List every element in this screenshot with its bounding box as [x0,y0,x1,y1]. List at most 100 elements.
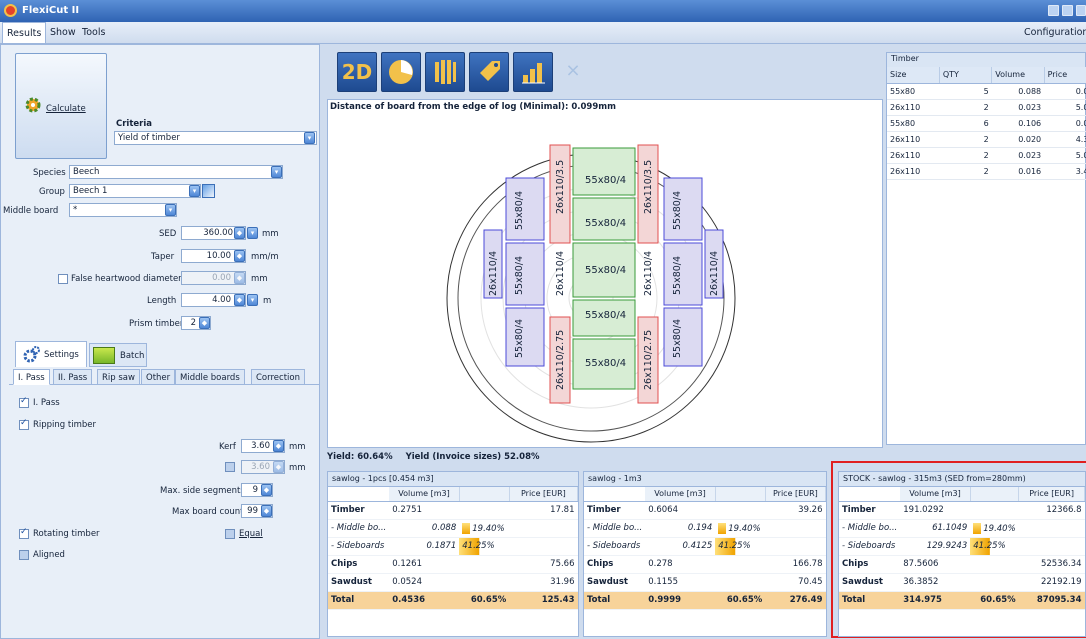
chevron-down-icon[interactable]: ▾ [271,166,282,178]
table-row[interactable]: 26x11020.0163.44 [887,163,1086,180]
cell: 87.5606 [900,555,971,574]
table-row[interactable]: 26x11020.0235.00 [887,99,1086,116]
total-row: Total 0.4536 60.65% 125.43 [328,591,578,610]
cell: 55x80 [887,83,940,100]
equal-checkbox[interactable] [225,529,235,539]
cell: 36.3852 [900,573,971,592]
tab-correction[interactable]: Correction [251,369,305,385]
menu-tools[interactable]: Tools [82,27,105,38]
tab-other[interactable]: Other [141,369,176,385]
table-row[interactable]: 26x11020.0235.00 [887,147,1086,164]
aligned-checkbox[interactable] [19,550,29,560]
yield-text: Yield: 60.64% [327,452,393,462]
cell: 0.023 [991,147,1045,164]
col-volume: Volume [m3] [900,487,971,502]
chevron-down-icon[interactable]: ▾ [247,294,258,306]
calculate-button[interactable]: Calculate [15,53,107,159]
tab-rip-saw[interactable]: Rip saw [97,369,140,385]
col-qty[interactable]: QTY [939,67,993,84]
cell: 19.40% [983,523,1016,534]
cell: 12366.8 [1018,501,1085,520]
false-heartwood-checkbox[interactable] [58,274,68,284]
tab-middle-boards[interactable]: Middle boards [175,369,245,385]
settings-label: Settings [44,350,79,360]
chevron-down-icon[interactable]: ▾ [304,132,315,144]
yield-bar: Yield: 60.64% Yield (Invoice sizes) 52.0… [327,452,887,466]
col-volume[interactable]: Volume [991,67,1045,84]
spin-icon[interactable]: ◆ [273,461,284,473]
cell: 60.65% [715,591,766,610]
species-select[interactable]: Beech [69,165,283,179]
table-row[interactable]: 26x11020.0204.38 [887,131,1086,148]
table-row: - Sideboards 0.4125 41.25% [584,537,826,556]
spin-icon[interactable]: ◆ [234,250,245,262]
group-select[interactable]: Beech 1 [69,184,201,198]
price-button[interactable] [469,52,509,92]
length-label: Length [147,296,177,306]
table-row: Timber 0.6064 39.26 [584,501,826,520]
maximize-icon[interactable] [1062,5,1073,16]
chevron-down-icon[interactable]: ▾ [189,185,200,197]
kerf2-checkbox[interactable] [225,462,235,472]
cell: 26x110 [887,99,940,116]
log-view-button[interactable] [425,52,465,92]
spin-icon[interactable]: ◆ [234,227,245,239]
close-icon[interactable] [1076,5,1086,16]
middle-board-select[interactable]: * [69,203,177,217]
spin-icon[interactable]: ◆ [234,294,245,306]
spin-icon[interactable]: ◆ [199,317,210,329]
timber-table: Size QTY Volume Price 55x8050.0880.00 26… [887,67,1086,180]
menu-show[interactable]: Show [50,27,76,38]
cell: - Sideboards [839,537,901,556]
minimize-icon[interactable] [1048,5,1059,16]
table-row[interactable]: 55x8050.0880.00 [887,83,1086,100]
table-row[interactable]: 55x8060.1060.00 [887,115,1086,132]
tab-settings[interactable]: Settings [15,341,87,367]
spin-icon[interactable]: ◆ [234,272,245,284]
cell: 191.0292 [900,501,971,520]
tab-iipass[interactable]: II. Pass [53,369,93,385]
yield-invoice-text: Yield (Invoice sizes) 52.08% [405,452,540,462]
cell: 70.45 [765,573,826,592]
col-size[interactable]: Size [887,67,940,84]
tab-ipass[interactable]: I. Pass [13,369,50,385]
spin-icon[interactable]: ◆ [261,505,272,517]
table-row: Chips 0.278 166.78 [584,555,826,574]
table-row: - Middle bo... 0.088 19.40% [328,519,578,538]
criteria-select[interactable]: Yield of timber [114,131,317,145]
aligned-label: Aligned [33,550,65,560]
cell: 0.9999 [645,591,716,610]
table-row: Timber 0.2751 17.81 [328,501,578,520]
cell: - Middle bo... [328,519,390,538]
chevron-down-icon[interactable]: ▾ [247,227,258,239]
results-panel-stock: STOCK - sawlog - 315m3 (SED from=280mm) … [838,471,1086,637]
spin-icon[interactable]: ◆ [261,484,272,496]
chevron-down-icon[interactable]: ▾ [165,204,176,216]
results-panel-per-m3: sawlog - 1m3 Volume [m3] Price [EUR] Timb… [583,471,827,637]
collapse-icon[interactable]: ⨯ [559,60,587,84]
view-2d-button[interactable]: 2D [337,52,377,92]
spin-icon[interactable]: ◆ [273,440,284,452]
cell: 2 [939,131,992,148]
cell: 61.1049 [900,519,971,538]
board-label: 26x110/4 [709,250,720,296]
rotating-checkbox[interactable] [19,527,29,539]
pie-chart-icon [389,60,413,84]
cell: 19.40% [472,523,505,534]
tab-batch[interactable]: Batch [89,343,147,367]
total-row: Total 314.975 60.65% 87095.34 [839,591,1085,610]
statistics-button[interactable] [513,52,553,92]
sed-label: SED [159,229,177,239]
kerf-unit: mm [289,442,306,452]
ripping-checkbox[interactable] [19,418,29,430]
ipass-checkbox[interactable] [19,396,29,408]
edit-icon[interactable] [202,184,215,198]
pie-chart-button[interactable] [381,52,421,92]
menu-results[interactable]: Results [2,22,47,43]
equal-label: Equal [239,529,263,539]
menu-configuration[interactable]: Configuration [1024,27,1086,38]
table-row: Sawdust 36.3852 22192.19 [839,573,1085,592]
cell: 52536.34 [1018,555,1085,574]
col-price[interactable]: Price [1044,67,1086,84]
cell: 2 [939,99,992,116]
